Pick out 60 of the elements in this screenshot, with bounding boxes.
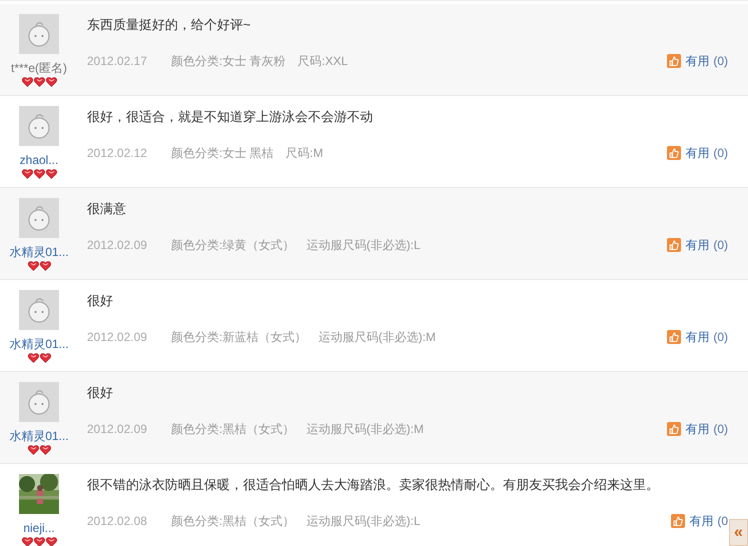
thumbs-up-icon[interactable] <box>667 146 682 160</box>
hearts-icon <box>28 353 50 363</box>
user-name: t***e(匿名) <box>10 60 67 76</box>
product-spec: 颜色分类:绿黄（女式） <box>171 237 294 253</box>
avatar-icon <box>19 290 59 330</box>
product-spec: 尺码:M <box>286 145 324 161</box>
hearts-icon <box>22 169 56 179</box>
product-spec: 颜色分类:黑桔（女式） <box>171 421 294 437</box>
useful-link[interactable]: 有用 <box>685 145 710 161</box>
product-spec: 运动服尺码(非必选):L <box>306 237 420 253</box>
product-spec: 尺码:XXL <box>298 53 348 69</box>
review-date: 2012.02.17 <box>87 53 148 69</box>
review-text: 很好，很适合，就是不知道穿上游泳会不会游不动 <box>87 108 374 126</box>
avatar-icon <box>19 14 59 54</box>
user-name[interactable]: 水精灵01... <box>9 428 69 444</box>
useful-count: (0) <box>713 421 728 437</box>
review-date: 2012.02.09 <box>87 237 148 253</box>
avatar-icon <box>19 382 59 422</box>
useful-link[interactable]: 有用 <box>685 237 710 253</box>
hearts-icon <box>28 261 50 271</box>
useful-count: (0 <box>717 513 728 529</box>
avatar-icon <box>19 198 59 238</box>
hearts-icon <box>22 537 56 546</box>
useful-link[interactable]: 有用 <box>685 421 710 437</box>
product-spec: 颜色分类:黑桔（女式） <box>171 513 294 529</box>
useful-count: (0) <box>713 145 728 161</box>
hearts-icon <box>22 77 56 87</box>
user-name[interactable]: 水精灵01... <box>9 336 69 352</box>
useful-count: (0) <box>713 53 728 69</box>
collapse-button[interactable]: « <box>729 519 748 546</box>
thumbs-up-icon[interactable] <box>667 238 682 252</box>
user-name[interactable]: 水精灵01... <box>9 244 69 260</box>
product-spec: 运动服尺码(非必选):M <box>306 421 424 437</box>
product-spec: 颜色分类:女士 黑桔 <box>171 145 274 161</box>
review-text: 很不错的泳衣防晒且保暖，很适合怕晒人去大海踏浪。卖家很热情耐心。有朋友买我会介绍来这里。 <box>87 476 660 494</box>
useful-link[interactable]: 有用 <box>685 329 710 345</box>
product-spec: 颜色分类:女士 青灰粉 <box>171 53 286 69</box>
product-spec: 运动服尺码(非必选):L <box>306 513 420 529</box>
review-date: 2012.02.09 <box>87 329 148 345</box>
product-spec: 颜色分类:新蓝桔（女式） <box>171 329 306 345</box>
product-spec: 运动服尺码(非必选):M <box>318 329 436 345</box>
useful-count: (0) <box>713 237 728 253</box>
review-date: 2012.02.08 <box>87 513 148 529</box>
useful-count: (0) <box>713 329 728 345</box>
useful-link[interactable]: 有用 <box>685 53 710 69</box>
review-text: 东西质量挺好的，给个好评~ <box>87 16 252 34</box>
user-name[interactable]: zhaol... <box>20 152 58 168</box>
review-date: 2012.02.09 <box>87 421 148 437</box>
thumbs-up-icon[interactable] <box>667 54 682 68</box>
review-text: 很好 <box>87 292 114 310</box>
review-text: 很满意 <box>87 200 127 218</box>
useful-link[interactable]: 有用 <box>689 513 714 529</box>
review-text: 很好 <box>87 384 114 402</box>
user-name[interactable]: nieji... <box>23 520 55 536</box>
avatar-icon <box>19 106 59 146</box>
review-date: 2012.02.12 <box>87 145 148 161</box>
hearts-icon <box>28 445 50 455</box>
thumbs-up-icon[interactable] <box>671 514 686 528</box>
thumbs-up-icon[interactable] <box>667 422 682 436</box>
thumbs-up-icon[interactable] <box>667 330 682 344</box>
